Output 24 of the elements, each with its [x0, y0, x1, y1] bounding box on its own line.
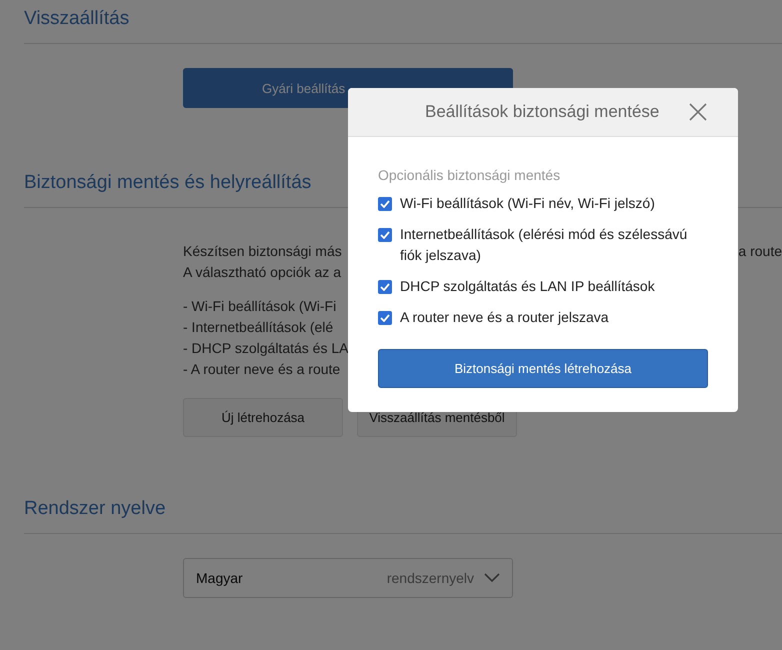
section-heading: Rendszer nyelve: [24, 496, 166, 520]
option-label: DHCP szolgáltatás és LAN IP beállítások: [400, 277, 655, 296]
list-item: - DHCP szolgáltatás és LA: [183, 339, 348, 358]
checkbox[interactable]: [378, 197, 392, 211]
section-heading: Biztonsági mentés és helyreállítás: [24, 170, 312, 194]
checkbox[interactable]: [378, 228, 392, 242]
language-select[interactable]: Magyar rendszernyelv: [183, 558, 513, 598]
description-text: A választható opciók az a: [183, 263, 341, 282]
section-heading: Visszaállítás: [24, 6, 130, 30]
description-text: a route: [738, 242, 782, 261]
backup-button[interactable]: Új létrehozása: [183, 398, 343, 437]
list-item: - Wi-Fi beállítások (Wi-Fi: [183, 297, 336, 316]
list-item: - A router neve és a route: [183, 360, 340, 379]
description-text: Készítsen biztonsági más: [183, 242, 342, 261]
option-label: Wi-Fi beállítások (Wi-Fi név, Wi-Fi jelszó): [400, 194, 655, 213]
chevron-down-icon: [484, 573, 500, 583]
create-backup-button[interactable]: Biztonsági mentés létrehozása: [378, 349, 708, 388]
checkbox[interactable]: [378, 311, 392, 325]
dialog-subtitle: Opcionális biztonsági mentés: [378, 167, 560, 183]
option-label: Internetbeállítások (elérési mód és szélessávú fiók jelszava): [400, 225, 688, 265]
option-label: A router neve és a router jelszava: [400, 308, 609, 327]
checkbox[interactable]: [378, 280, 392, 294]
list-item: - Internetbeállítások (elé: [183, 318, 334, 337]
close-icon[interactable]: [688, 102, 708, 122]
